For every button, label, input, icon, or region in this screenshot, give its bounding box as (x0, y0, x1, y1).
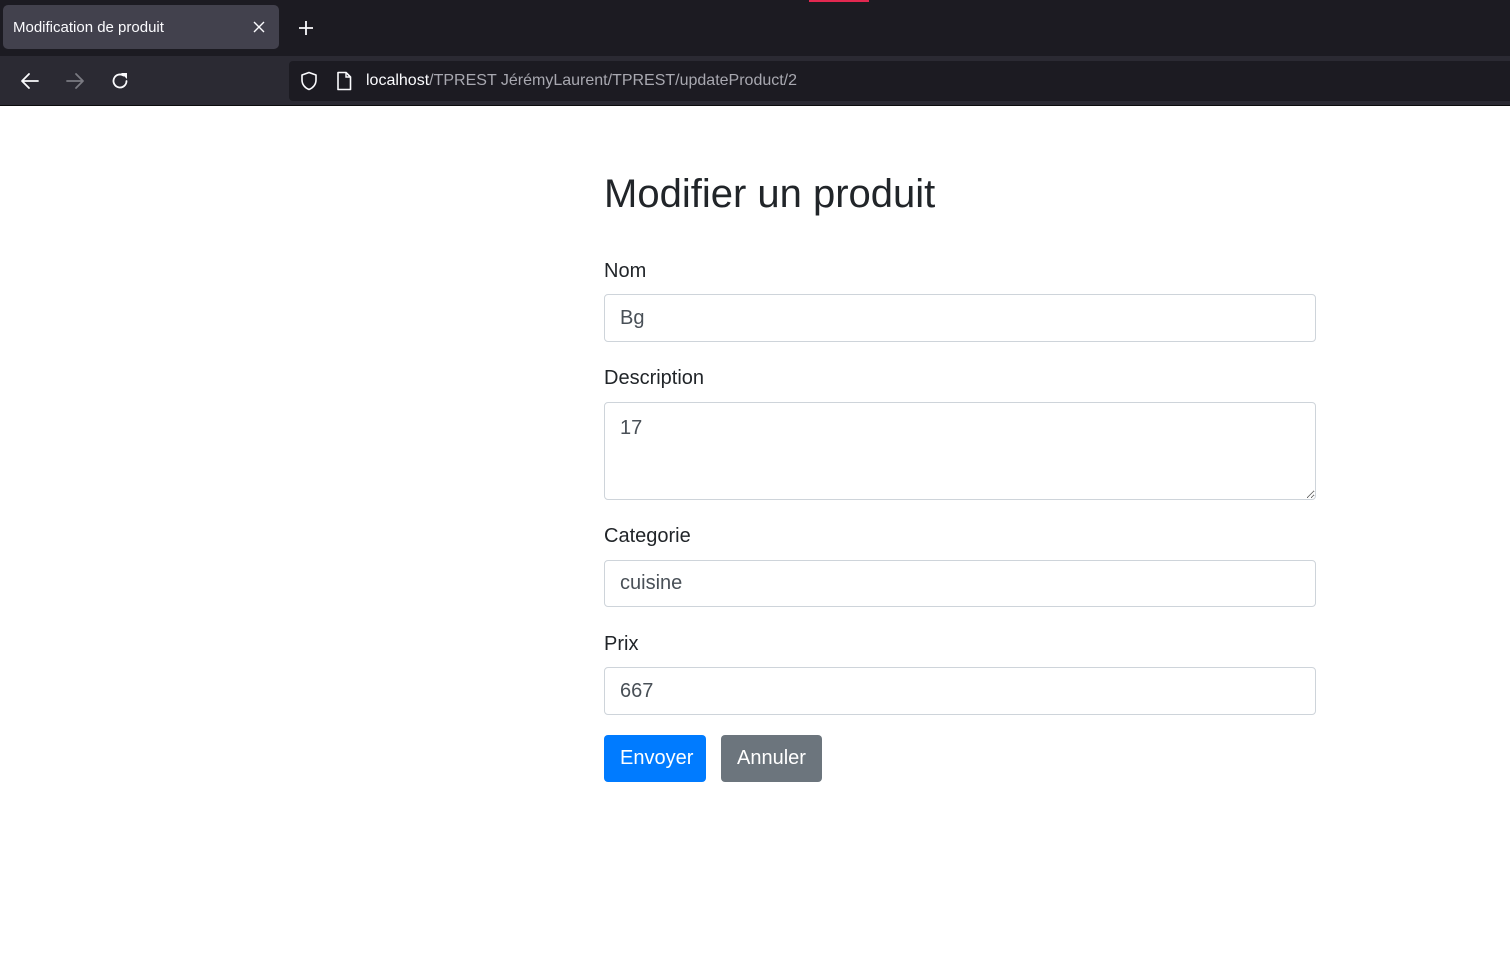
tab-title: Modification de produit (13, 18, 164, 36)
nom-label: Nom (604, 260, 647, 282)
prix-input[interactable] (604, 667, 1316, 715)
envoyer-button[interactable]: Envoyer (604, 735, 706, 782)
browser-tab-bar: Modification de produit (0, 0, 1510, 56)
description-textarea[interactable]: 17 (604, 402, 1316, 500)
url-host: localhost (366, 72, 430, 89)
url-path: /TPREST JérémyLaurent/TPREST/updateProdu… (429, 72, 798, 89)
categorie-input[interactable] (604, 560, 1316, 607)
annuler-button[interactable]: Annuler (721, 735, 822, 782)
url-bar[interactable]: localhost/TPREST JérémyLaurent/TPREST/up… (289, 61, 1510, 101)
nom-input[interactable] (604, 294, 1316, 342)
plus-icon[interactable] (292, 14, 320, 42)
toolbar-divider (0, 105, 1510, 106)
browser-toolbar: localhost/TPREST JérémyLaurent/TPREST/up… (0, 56, 1510, 106)
page-title: Modifier un produit (604, 172, 936, 216)
arrow-left-icon[interactable] (16, 67, 44, 95)
page-icon[interactable] (334, 71, 354, 91)
tab-bar-accent (809, 0, 869, 2)
prix-label: Prix (604, 633, 639, 655)
categorie-label: Categorie (604, 525, 691, 547)
arrow-right-icon[interactable] (61, 67, 89, 95)
url-text[interactable]: localhost/TPREST JérémyLaurent/TPREST/up… (366, 72, 797, 90)
close-icon[interactable] (249, 17, 269, 37)
shield-icon[interactable] (299, 71, 319, 91)
description-label: Description (604, 367, 705, 389)
tab-active[interactable]: Modification de produit (3, 5, 279, 49)
reload-icon[interactable] (106, 67, 134, 95)
